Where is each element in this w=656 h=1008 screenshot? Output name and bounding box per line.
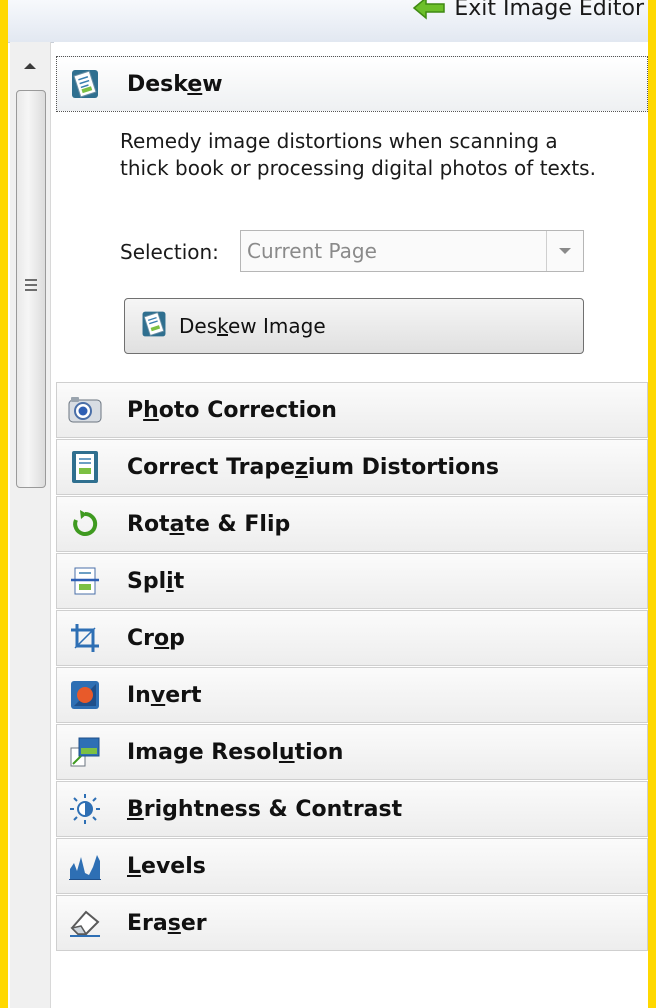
deskew-icon: [65, 64, 105, 104]
exit-image-editor-button[interactable]: Exit Image Editor: [412, 0, 644, 28]
levels-icon: [65, 846, 105, 886]
selection-dropdown[interactable]: Current Page: [240, 230, 584, 272]
tool-split[interactable]: Split: [56, 553, 648, 609]
exit-arrow-icon: [412, 0, 446, 20]
deskew-title: Deskew: [127, 71, 223, 97]
tool-eraser[interactable]: Eraser: [56, 895, 648, 951]
scrollbar-thumb[interactable]: [16, 90, 46, 488]
tool-image-resolution[interactable]: Image Resolution: [56, 724, 648, 780]
tool-label: Image Resolution: [127, 739, 344, 765]
deskew-image-icon: [139, 309, 169, 343]
tool-label: Rotate & Flip: [127, 511, 291, 537]
deskew-image-label: Deskew Image: [179, 314, 326, 338]
deskew-description: Remedy image distortions when scanning a…: [120, 129, 596, 180]
tool-label: Levels: [127, 853, 206, 879]
tool-crop[interactable]: Crop: [56, 610, 648, 666]
tool-photo-correction[interactable]: Photo Correction: [56, 382, 648, 438]
tool-label: Brightness & Contrast: [127, 796, 403, 822]
eraser-icon: [65, 903, 105, 943]
invert-icon: [65, 675, 105, 715]
camera-icon: [65, 390, 105, 430]
image-editor-sidebar: Exit Image Editor Deskew Remedy image di…: [8, 0, 648, 1008]
selection-label: Selection:: [120, 240, 219, 264]
tool-label: Photo Correction: [127, 397, 337, 423]
tool-rotate-flip[interactable]: Rotate & Flip: [56, 496, 648, 552]
tool-label: Correct Trapezium Distortions: [127, 454, 499, 480]
tool-label: Crop: [127, 625, 185, 651]
rotate-icon: [65, 504, 105, 544]
tool-brightness-contrast[interactable]: Brightness & Contrast: [56, 781, 648, 837]
trapezium-icon: [65, 447, 105, 487]
tool-label: Invert: [127, 682, 202, 708]
tool-levels[interactable]: Levels: [56, 838, 648, 894]
image-resolution-icon: [65, 732, 105, 772]
exit-label: Exit Image Editor: [454, 0, 644, 21]
grip-icon: [25, 279, 37, 291]
tool-correct-trapezium-distortions[interactable]: Correct Trapezium Distortions: [56, 439, 648, 495]
top-toolbar: Exit Image Editor: [8, 0, 648, 43]
tool-label: Split: [127, 568, 185, 594]
tool-invert[interactable]: Invert: [56, 667, 648, 723]
split-icon: [65, 561, 105, 601]
deskew-header[interactable]: Deskew: [56, 56, 648, 112]
deskew-image-button[interactable]: Deskew Image: [124, 298, 584, 354]
selection-value: Current Page: [247, 239, 377, 263]
tool-label: Eraser: [127, 910, 207, 936]
brightness-icon: [65, 789, 105, 829]
chevron-down-icon[interactable]: [546, 231, 583, 271]
scroll-up-arrow-icon[interactable]: [10, 54, 50, 78]
vertical-scrollbar[interactable]: [10, 42, 51, 1008]
crop-icon: [65, 618, 105, 658]
tools-panel: Deskew Remedy image distortions when sca…: [54, 42, 648, 1008]
